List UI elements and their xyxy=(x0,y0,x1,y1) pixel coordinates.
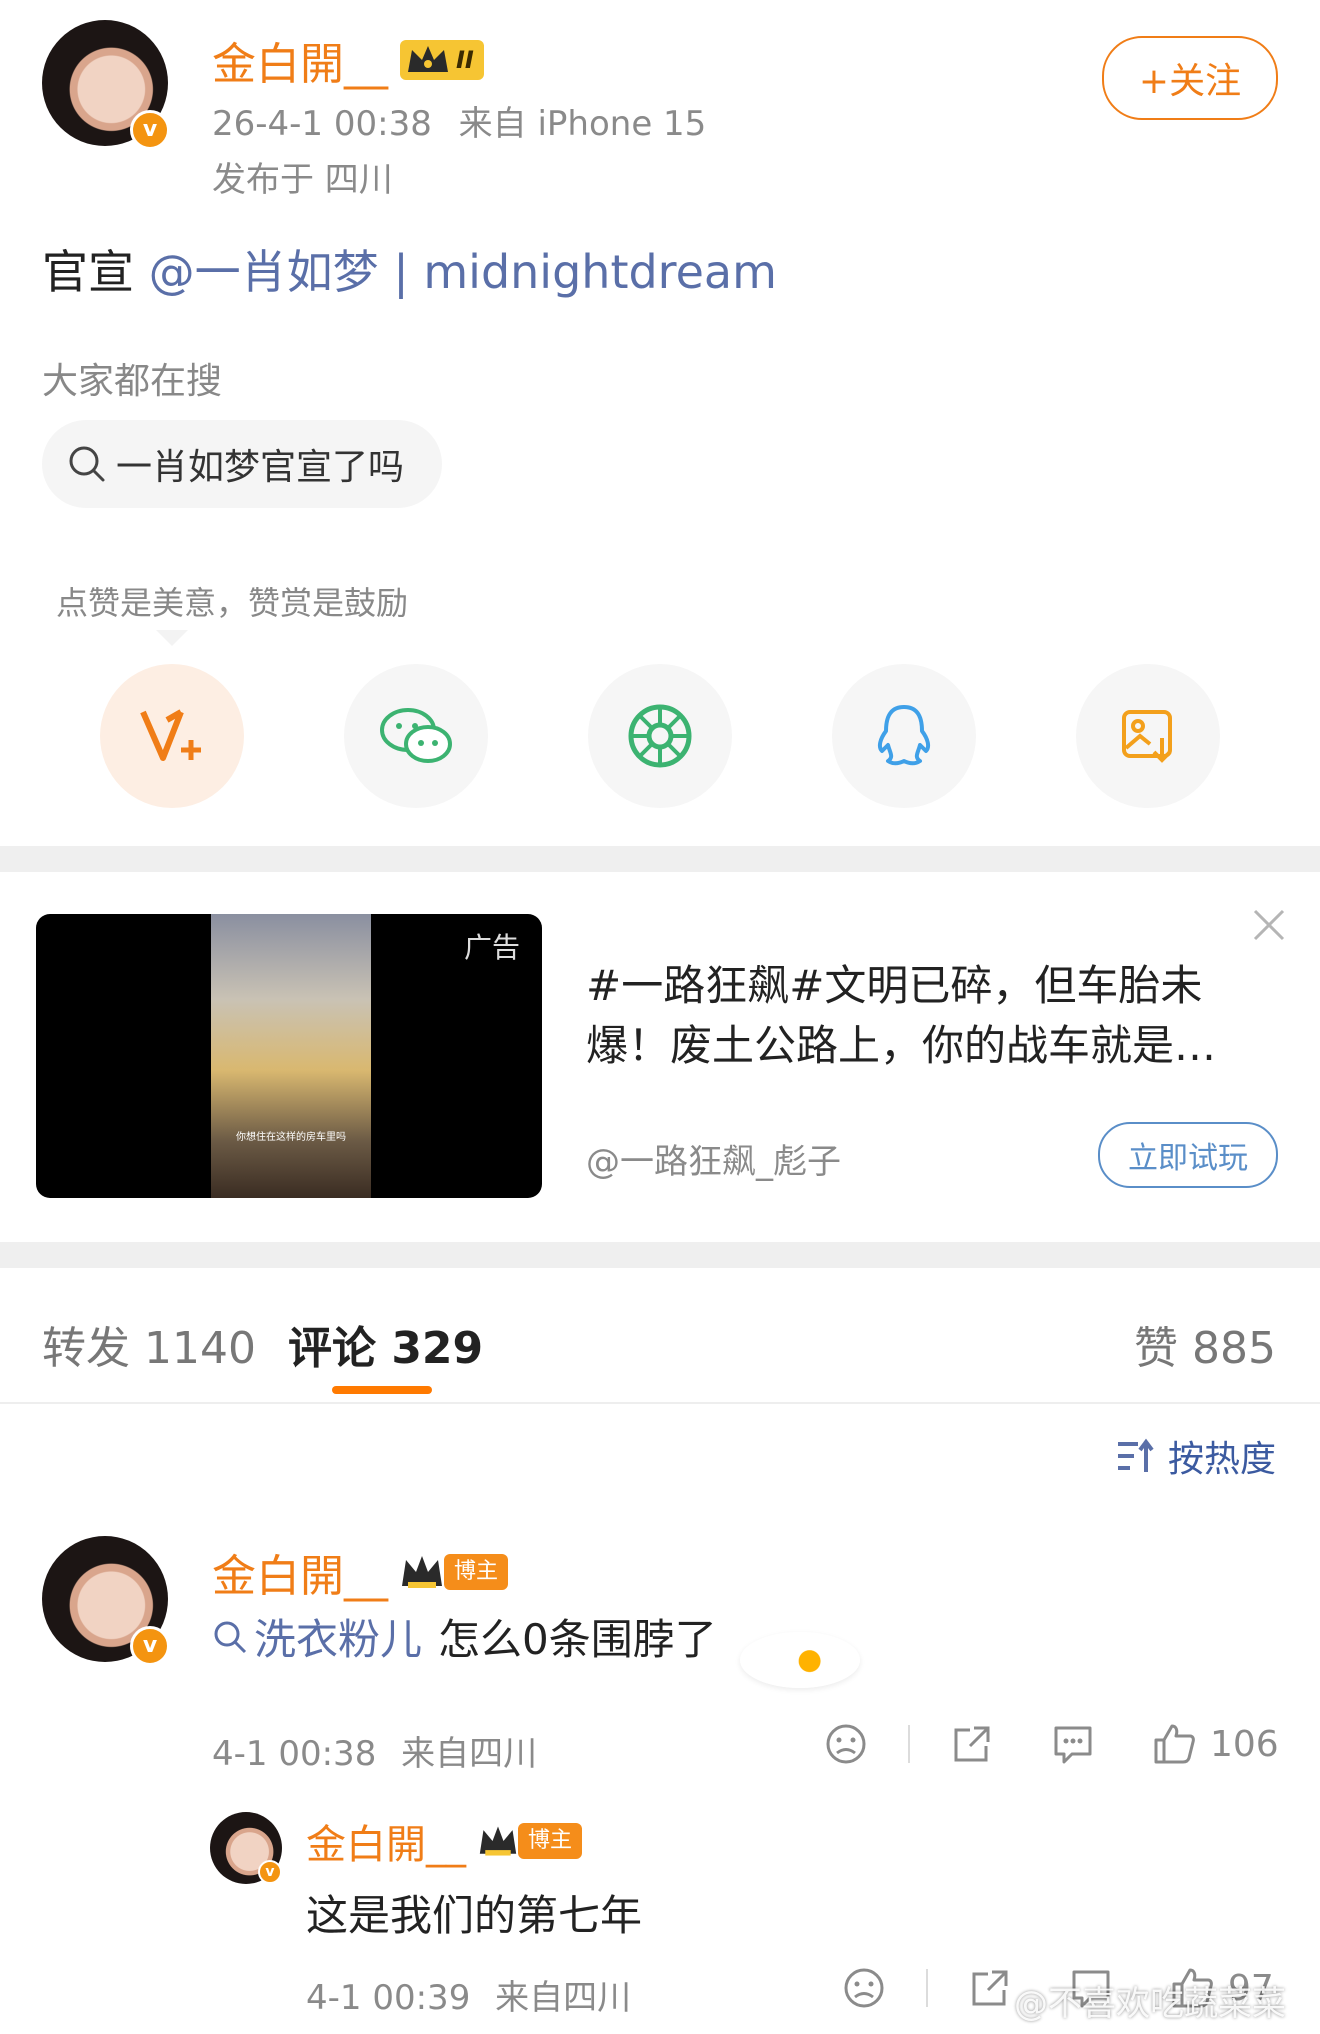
egg-sticker-icon xyxy=(740,1632,860,1688)
tip-pointer xyxy=(156,630,188,646)
reply-icon[interactable] xyxy=(1050,1722,1096,1766)
ad-video-caption: 你想住在这样的房车里吗 xyxy=(236,1132,346,1143)
qq-icon xyxy=(877,705,931,766)
tab-repost[interactable]: 转发 1140 xyxy=(42,1312,256,1376)
post-source: 来自 iPhone 15 xyxy=(458,104,707,144)
ad-video-frame xyxy=(211,914,371,1198)
action-separator xyxy=(926,1969,928,2007)
crown-icon xyxy=(402,1556,442,1588)
tab-like[interactable]: 赞 885 xyxy=(1134,1312,1276,1376)
ad-video-thumbnail[interactable]: 你想住在这样的房车里吗 广告 xyxy=(36,914,542,1198)
tabs-divider xyxy=(0,1402,1320,1404)
search-suggest-chip[interactable]: 一肖如梦官宣了吗 xyxy=(42,420,443,508)
search-link[interactable]: 洗衣粉儿 xyxy=(254,1606,422,1667)
reply-text: 这是我们的第七年 xyxy=(306,1891,643,1940)
reply-meta: 4-1 00:39 来自四川 xyxy=(306,1978,632,2018)
section-divider xyxy=(0,1242,1320,1268)
comment-author-row: 金白開__ 博主 xyxy=(212,1540,509,1604)
search-suggest-heading: 大家都在搜 xyxy=(42,361,223,402)
verified-badge-icon: v xyxy=(130,1626,170,1666)
share-icon[interactable] xyxy=(968,1966,1012,2010)
ad-cta-button[interactable]: 立即试玩 xyxy=(1098,1122,1278,1188)
post-author-row: 金白開__ II xyxy=(212,28,484,92)
search-icon xyxy=(69,446,105,482)
verified-badge-icon: v xyxy=(258,1860,282,1884)
crown-icon xyxy=(479,1826,517,1856)
section-divider xyxy=(0,846,1320,872)
share-qq-button[interactable] xyxy=(832,664,976,808)
like-icon[interactable] xyxy=(1152,1722,1196,1766)
ad-tag: 广告 xyxy=(463,931,520,964)
tab-comment[interactable]: 评论 329 xyxy=(288,1312,483,1376)
post-content: 官宣 @一肖如梦 | midnightdream xyxy=(42,245,777,299)
watermark: @不喜欢吃蔬菜菜 xyxy=(1014,1984,1286,2024)
comment-author-name[interactable]: 金白開__ xyxy=(212,1540,388,1604)
wechat-icon xyxy=(380,708,452,763)
dislike-face-icon[interactable] xyxy=(842,1966,886,2010)
reply-author-row: 金白開__ 博主 xyxy=(306,1812,583,1870)
crown-icon xyxy=(408,46,448,72)
post-time: 26-4-1 00:38 xyxy=(212,104,432,144)
save-image-button[interactable] xyxy=(1076,664,1220,808)
author-name[interactable]: 金白開__ xyxy=(212,28,388,92)
like-count: 106 xyxy=(1210,1723,1279,1765)
blogger-badge: 博主 xyxy=(518,1823,583,1859)
comment-meta: 4-1 00:38 来自四川 xyxy=(212,1734,538,1774)
reward-tip: 点赞是美意，赞赏是鼓励 xyxy=(56,584,409,622)
sort-button[interactable]: 按热度 xyxy=(1116,1430,1276,1482)
close-ad-icon[interactable] xyxy=(1252,908,1286,942)
member-level-badge: II xyxy=(400,40,484,80)
sort-icon xyxy=(1117,1438,1154,1472)
blogger-badge: 博主 xyxy=(444,1554,509,1590)
mention-link[interactable]: @一肖如梦 | midnightdream xyxy=(149,245,777,299)
ad-text[interactable]: #一路狂飙#文明已碎，但车胎未 爆！废土公路上，你的战车就是… xyxy=(586,956,1216,1076)
save-image-icon xyxy=(1122,710,1172,763)
comment-actions: 106 xyxy=(824,1722,1279,1766)
moments-icon xyxy=(628,704,692,768)
share-moments-button[interactable] xyxy=(588,664,732,808)
reward-icon xyxy=(140,709,201,761)
reward-button[interactable] xyxy=(100,664,244,808)
action-separator xyxy=(908,1725,910,1763)
reply-author-name[interactable]: 金白開__ xyxy=(306,1812,466,1870)
comment-text: 洗衣粉儿 怎么0条围脖了 xyxy=(212,1606,717,1667)
post-location: 发布于 四川 xyxy=(212,160,393,200)
share-wechat-button[interactable] xyxy=(344,664,488,808)
search-link-icon xyxy=(214,1621,247,1653)
ad-account[interactable]: @一路狂飙_彪子 xyxy=(586,1134,841,1183)
tab-indicator xyxy=(332,1386,432,1394)
follow-button[interactable]: +关注 xyxy=(1102,36,1278,120)
share-icon[interactable] xyxy=(950,1722,994,1766)
dislike-face-icon[interactable] xyxy=(824,1722,868,1766)
verified-badge-icon: v xyxy=(130,110,170,150)
post-meta: 26-4-1 00:38 来自 iPhone 15 xyxy=(212,96,706,145)
